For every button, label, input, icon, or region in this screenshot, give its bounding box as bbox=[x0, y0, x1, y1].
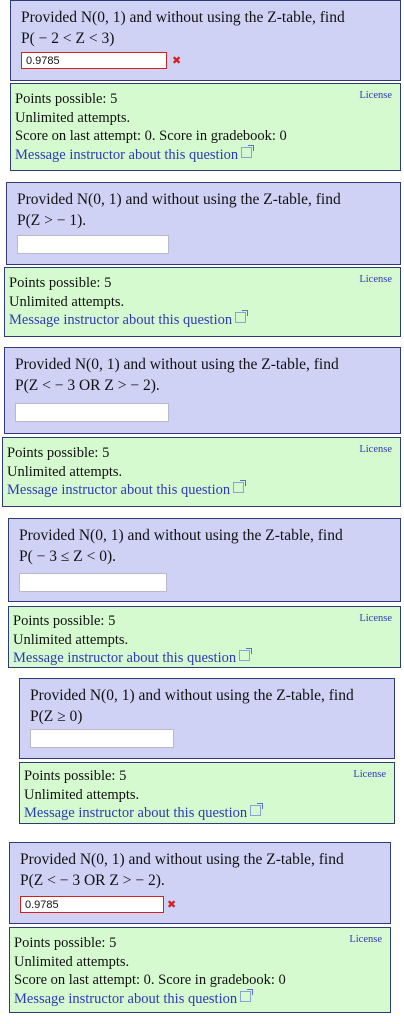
license-link-4[interactable]: License bbox=[359, 613, 392, 624]
message-instructor-link-3[interactable]: Message instructor about this question bbox=[7, 480, 340, 500]
question-panel-4: Provided N(0, 1) and without using the Z… bbox=[8, 518, 401, 602]
message-instructor-link-6[interactable]: Message instructor about this question bbox=[14, 988, 330, 1009]
external-link-icon bbox=[240, 988, 254, 1002]
attempts-5: Unlimited attempts. bbox=[24, 786, 140, 803]
incorrect-icon-6: ✖ bbox=[167, 898, 177, 911]
license-link-1[interactable]: License bbox=[359, 90, 392, 101]
incorrect-icon-1: ✖ bbox=[172, 54, 182, 67]
answer-input-6[interactable] bbox=[20, 896, 164, 913]
score-6: Score on last attempt: 0. Score in grade… bbox=[14, 972, 286, 988]
license-link-2[interactable]: License bbox=[359, 274, 392, 285]
external-link-icon bbox=[239, 648, 253, 661]
question-text-2: Provided N(0, 1) and without using the Z… bbox=[17, 191, 341, 229]
question-panel-5: Provided N(0, 1) and without using the Z… bbox=[19, 678, 395, 759]
question-panel-1: Provided N(0, 1) and without using the Z… bbox=[10, 0, 401, 81]
external-link-icon bbox=[241, 144, 255, 158]
info-panel-2: Points possible: 5 Unlimited attempts. M… bbox=[4, 267, 401, 337]
external-link-icon bbox=[250, 803, 264, 816]
attempts-2: Unlimited attempts. bbox=[9, 293, 125, 310]
info-panel-5: Points possible: 5 Unlimited attempts. M… bbox=[19, 762, 395, 824]
info-panel-1: Points possible: 5 Unlimited attempts. S… bbox=[10, 83, 401, 171]
license-link-3[interactable]: License bbox=[359, 444, 392, 455]
attempts-1: Unlimited attempts. bbox=[15, 109, 131, 126]
message-instructor-link-2[interactable]: Message instructor about this question bbox=[9, 310, 340, 330]
question-text-6: Provided N(0, 1) and without using the Z… bbox=[20, 851, 344, 889]
points-possible-6: Points possible: 5 bbox=[14, 935, 117, 951]
info-panel-4: Points possible: 5 Unlimited attempts. M… bbox=[8, 606, 401, 668]
answer-input-2[interactable] bbox=[17, 235, 169, 254]
info-panel-6: Points possible: 5 Unlimited attempts. S… bbox=[9, 927, 391, 1013]
points-possible-1: Points possible: 5 bbox=[15, 91, 118, 107]
question-panel-2: Provided N(0, 1) and without using the Z… bbox=[6, 182, 401, 265]
attempts-3: Unlimited attempts. bbox=[7, 463, 123, 480]
question-panel-3: Provided N(0, 1) and without using the Z… bbox=[4, 347, 401, 434]
license-link-5[interactable]: License bbox=[353, 769, 386, 780]
attempts-6: Unlimited attempts. bbox=[14, 953, 130, 970]
answer-input-3[interactable] bbox=[15, 403, 169, 422]
answer-input-5[interactable] bbox=[30, 729, 174, 748]
question-text-3: Provided N(0, 1) and without using the Z… bbox=[15, 356, 339, 394]
external-link-icon bbox=[233, 480, 247, 493]
points-possible-3: Points possible: 5 bbox=[7, 445, 110, 461]
score-1: Score on last attempt: 0. Score in grade… bbox=[15, 128, 287, 144]
attempts-4: Unlimited attempts. bbox=[13, 631, 129, 648]
question-text-1: Provided N(0, 1) and without using the Z… bbox=[21, 9, 345, 47]
message-instructor-link-5[interactable]: Message instructor about this question bbox=[24, 803, 334, 823]
question-panel-6: Provided N(0, 1) and without using the Z… bbox=[9, 842, 391, 924]
question-text-4: Provided N(0, 1) and without using the Z… bbox=[19, 527, 343, 565]
question-text-5: Provided N(0, 1) and without using the Z… bbox=[30, 687, 354, 725]
message-instructor-link-4[interactable]: Message instructor about this question bbox=[13, 648, 340, 668]
license-link-6[interactable]: License bbox=[349, 934, 382, 945]
answer-input-1[interactable] bbox=[21, 52, 167, 69]
info-panel-3: Points possible: 5 Unlimited attempts. M… bbox=[2, 437, 401, 507]
points-possible-4: Points possible: 5 bbox=[13, 613, 116, 629]
answer-input-4[interactable] bbox=[19, 573, 167, 592]
points-possible-2: Points possible: 5 bbox=[9, 275, 112, 291]
message-instructor-link-1[interactable]: Message instructor about this question bbox=[15, 144, 340, 165]
points-possible-5: Points possible: 5 bbox=[24, 768, 127, 784]
external-link-icon bbox=[235, 310, 249, 323]
